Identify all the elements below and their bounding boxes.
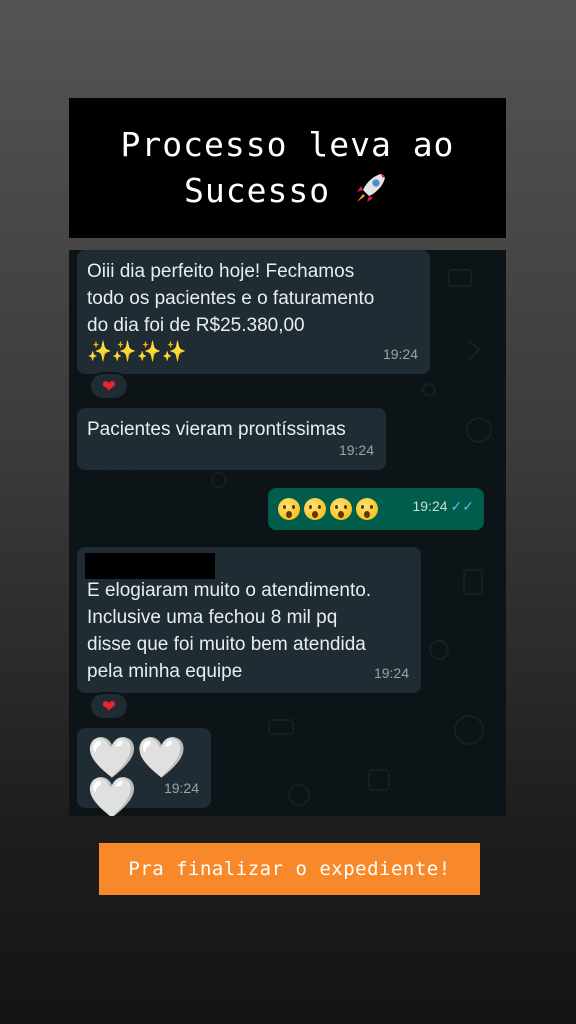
message-bubble-outgoing[interactable]: 19:24 ✓✓	[268, 488, 484, 530]
message-bubble-incoming[interactable]: 🤍🤍🤍 19:24	[77, 728, 211, 816]
message-bubble-incoming[interactable]: Pacientes vieram prontíssimas 19:24	[77, 408, 386, 470]
cta-caption: Pra finalizar o expediente!	[99, 843, 480, 895]
astonished-face-icon	[278, 497, 300, 520]
message-timestamp: 19:24	[163, 780, 199, 796]
message-text-line: disse que foi muito bem atendida	[87, 634, 366, 655]
message-text-line: todo os pacientes e o faturamento	[87, 288, 375, 309]
astonished-face-icon	[304, 497, 326, 520]
message-timestamp: 19:24	[412, 498, 448, 514]
astonished-face-icon	[356, 497, 378, 520]
message-text-line: pela minha equipe	[87, 661, 243, 682]
chat-screenshot: Oiii dia perfeito hoje! Fechamos todo os…	[69, 250, 506, 816]
message-text-line: Inclusive uma fechou 8 mil pq	[87, 607, 338, 628]
reaction-badge[interactable]: ❤	[89, 692, 129, 720]
reaction-badge[interactable]: ❤	[89, 372, 129, 400]
message-text-line: Pacientes vieram prontíssimas	[87, 419, 346, 440]
rocket-icon	[351, 171, 391, 210]
red-heart-icon: ❤	[101, 696, 117, 716]
story-title-line1: Processo leva ao	[120, 125, 455, 164]
story-title-line2: Sucesso	[184, 171, 331, 210]
message-bubble-incoming[interactable]: Oiii dia perfeito hoje! Fechamos todo os…	[77, 250, 430, 374]
redacted-sender-name	[85, 553, 215, 579]
message-timestamp: 19:24	[373, 665, 409, 681]
red-heart-icon: ❤	[101, 376, 117, 396]
message-text-line: do dia foi de R$25.380,00	[87, 315, 305, 336]
astonished-face-icon	[330, 497, 352, 520]
message-text-line: E elogiaram muito o atendimento.	[87, 580, 372, 601]
message-timestamp: 19:24	[382, 346, 418, 362]
message-timestamp: 19:24	[338, 442, 374, 458]
read-ticks-icon: ✓✓	[450, 498, 474, 514]
story-title: Processo leva ao Sucesso	[69, 98, 506, 238]
message-bubble-incoming[interactable]: E elogiaram muito o atendimento. Inclusi…	[77, 547, 421, 693]
sparkles-emoji: ✨✨✨✨	[87, 341, 187, 363]
message-text-line: Oiii dia perfeito hoje! Fechamos	[87, 261, 355, 282]
